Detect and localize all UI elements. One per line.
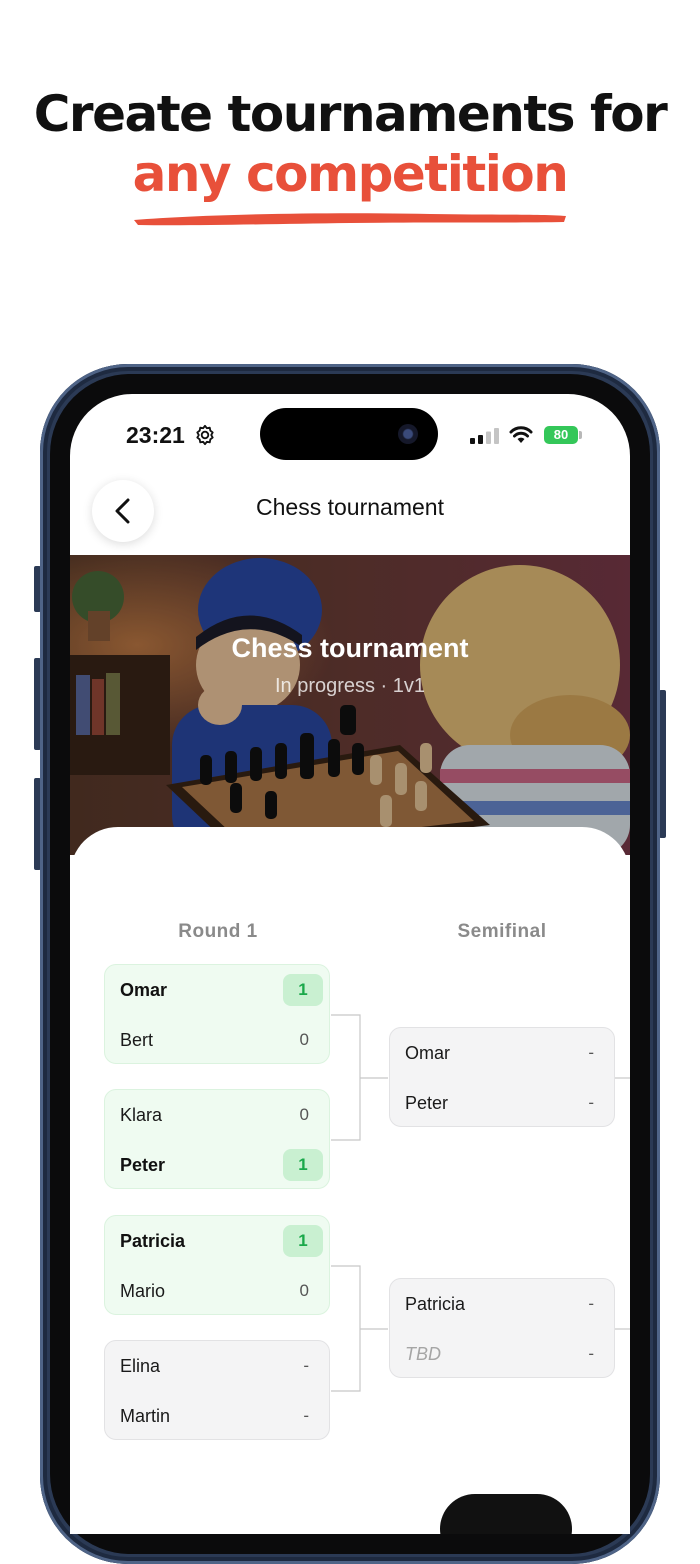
score-badge-winner: 1 (283, 1149, 323, 1181)
player-score: - (303, 1406, 309, 1425)
signal-icon (470, 428, 499, 444)
phone-screen: 23:21 80 Chess tournament Chess tourname… (70, 394, 630, 1534)
match-r1-2[interactable]: Klara 0 Peter 1 (104, 1089, 330, 1189)
hero-subtitle: In progress · 1v1 (274, 675, 426, 697)
headline-line-2: any competition (132, 145, 569, 203)
player-row: TBD - (390, 1329, 614, 1379)
player-score: - (588, 1344, 594, 1363)
brush-underline (134, 213, 566, 226)
floating-action-button[interactable] (440, 1494, 572, 1534)
player-score: - (588, 1294, 594, 1313)
promo-headline: Create tournaments for any competition (0, 84, 700, 204)
player-name: Peter (120, 1155, 166, 1175)
player-name-tbd: TBD (405, 1344, 441, 1364)
player-name: Elina (120, 1356, 161, 1376)
match-r1-3[interactable]: Patricia 1 Mario 0 (104, 1215, 330, 1315)
player-row: Omar 1 (105, 965, 329, 1015)
player-row: Peter 1 (105, 1140, 329, 1190)
status-bar: 23:21 80 (70, 394, 630, 480)
player-row: Omar - (390, 1028, 614, 1078)
player-row: Elina - (105, 1341, 329, 1391)
nav-bar: Chess tournament (70, 480, 630, 556)
hero-illustration (70, 555, 630, 855)
match-sf-1[interactable]: Omar - Peter - (389, 1027, 615, 1127)
match-sf-2[interactable]: Patricia - TBD - (389, 1278, 615, 1378)
phone-power-button (659, 690, 666, 838)
camera-icon (398, 424, 418, 444)
player-row: Klara 0 (105, 1090, 329, 1140)
player-row: Martin - (105, 1391, 329, 1441)
player-row: Patricia 1 (105, 1216, 329, 1266)
score-badge-winner: 1 (283, 974, 323, 1006)
status-time: 23:21 (126, 422, 185, 448)
match-r1-4[interactable]: Elina - Martin - (104, 1340, 330, 1440)
player-name: Klara (120, 1105, 163, 1125)
headline-line-1: Create tournaments for (33, 85, 668, 143)
player-name: Omar (405, 1043, 450, 1063)
player-score: - (588, 1043, 594, 1062)
hero-title: Chess tournament (231, 633, 469, 663)
player-name: Martin (120, 1406, 171, 1426)
player-row: Bert 0 (105, 1015, 329, 1065)
player-score: 0 (299, 1281, 309, 1300)
player-row: Patricia - (390, 1279, 614, 1329)
player-name: Patricia (120, 1231, 186, 1251)
player-score: 0 (299, 1105, 309, 1124)
player-name: Bert (120, 1030, 154, 1050)
gear-icon (196, 424, 214, 446)
hero-banner: Chess tournament In progress · 1v1 (70, 555, 630, 855)
player-name: Omar (120, 980, 168, 1000)
player-score: - (588, 1093, 594, 1112)
battery-tip (579, 431, 582, 439)
bracket-sheet: Round 1 Semifinal Omar 1 Bert 0 Klara 0 … (70, 827, 630, 1534)
nav-title: Chess tournament (256, 494, 444, 520)
player-row: Mario 0 (105, 1266, 329, 1316)
player-row: Peter - (390, 1078, 614, 1128)
player-name: Patricia (405, 1294, 466, 1314)
score-badge-winner: 1 (283, 1225, 323, 1257)
wifi-icon (509, 426, 533, 443)
battery-icon: 80 (544, 426, 578, 444)
player-score: 0 (299, 1030, 309, 1049)
player-name: Mario (120, 1281, 166, 1301)
player-score: - (303, 1356, 309, 1375)
player-name: Peter (405, 1093, 449, 1113)
dynamic-island (260, 408, 438, 460)
match-r1-1[interactable]: Omar 1 Bert 0 (104, 964, 330, 1064)
